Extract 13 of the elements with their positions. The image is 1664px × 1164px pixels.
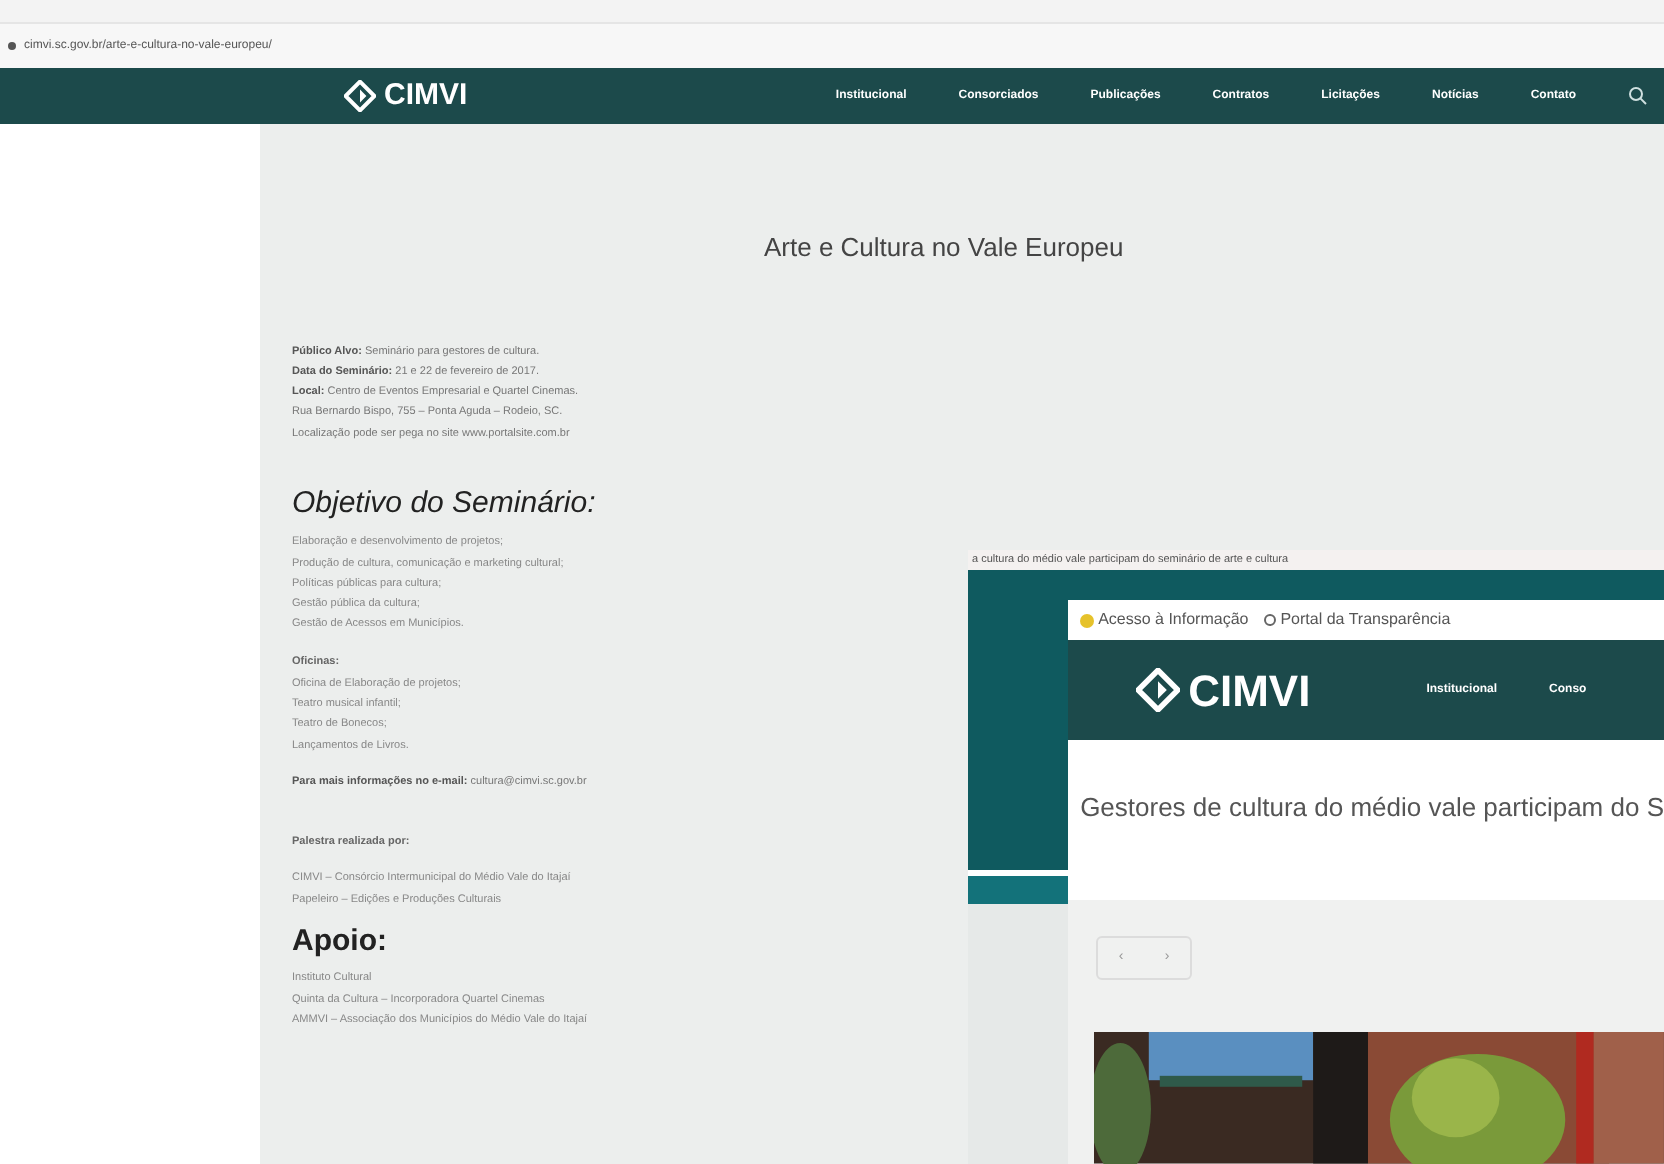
info-icon	[1080, 613, 1095, 628]
logo-icon	[344, 80, 376, 112]
site-logo[interactable]: CIMVI	[1188, 657, 1311, 724]
article-title: Gestores de cultura do médio vale participam do S	[1080, 790, 1664, 827]
top-link[interactable]: Portal da Transparência	[1264, 608, 1451, 633]
lock-icon	[8, 42, 16, 50]
logo-icon	[1136, 668, 1181, 713]
site-logo[interactable]: CIMVI	[384, 73, 468, 119]
article-title: Arte e Cultura no Vale Europeu	[764, 230, 1124, 266]
section-heading: Apoio:	[292, 921, 387, 962]
top-link[interactable]: Acesso à Informação	[1080, 608, 1249, 633]
side-bar	[968, 876, 1069, 905]
section-heading: Objetivo do Seminário:	[292, 483, 596, 524]
